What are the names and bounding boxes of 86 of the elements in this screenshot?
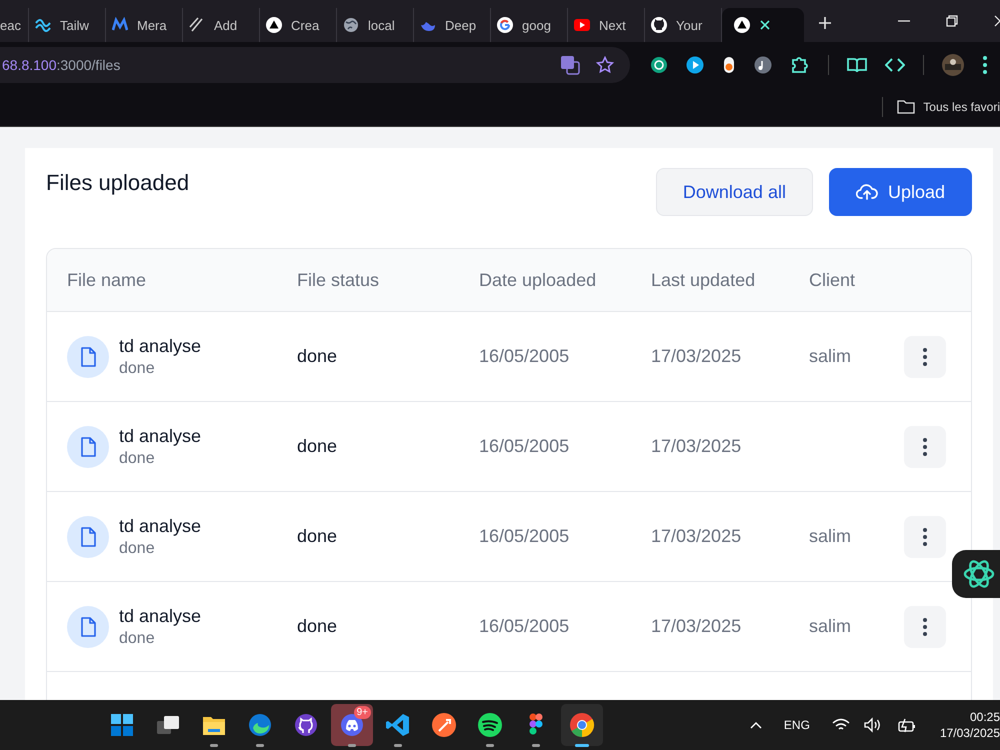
cat-icon	[651, 17, 667, 33]
table-cell-text: 16/05/2005	[479, 346, 570, 367]
close-icon[interactable]	[759, 19, 771, 31]
star-icon[interactable]	[596, 56, 614, 74]
wifi-icon[interactable]	[832, 718, 850, 732]
battery-icon[interactable]	[896, 717, 916, 733]
url-host: 68.8.100	[2, 57, 56, 73]
assistant-button[interactable]	[952, 550, 1000, 598]
translate-icon[interactable]	[560, 55, 580, 75]
table-cell-text: 16/05/2005	[479, 526, 570, 547]
restore-icon[interactable]	[946, 15, 958, 27]
column-header: File name	[67, 270, 148, 290]
globe-icon	[343, 17, 359, 33]
file-icon	[67, 516, 109, 558]
column-header: Date uploaded	[479, 270, 598, 290]
folder-icon	[897, 100, 916, 114]
notification-badge: 9+	[354, 706, 371, 719]
file-name: td analyse	[119, 336, 202, 356]
table-cell-text: 16/05/2005	[479, 616, 570, 637]
kebab-icon	[923, 438, 927, 456]
table-cell-text: done	[297, 526, 338, 547]
m-letter-icon	[112, 17, 128, 33]
table-cell-text: 17/03/2025	[651, 526, 742, 547]
table-cell-text: salim	[809, 526, 852, 547]
wave-circle-icon	[247, 712, 273, 738]
upload-button[interactable]: Upload	[828, 168, 972, 216]
file-icon	[67, 606, 109, 648]
taskbar-app[interactable]	[561, 704, 603, 746]
clock-date[interactable]: 17/03/2025	[940, 726, 1000, 740]
slashes-icon	[189, 17, 205, 33]
more-button[interactable]	[904, 426, 946, 468]
kebab-icon	[923, 618, 927, 636]
more-icon[interactable]	[982, 55, 988, 75]
clock-time[interactable]: 00:25	[970, 710, 1000, 724]
table-cell-text: 17/03/2025	[651, 346, 742, 367]
file-subtitle: done	[119, 360, 156, 378]
file-icon	[67, 426, 109, 468]
more-button[interactable]	[904, 606, 946, 648]
table-cell-text: salim	[809, 616, 852, 637]
puzzle-icon[interactable]	[790, 55, 810, 75]
file-name: td analyse	[119, 606, 202, 626]
table-cell-text: 17/03/2025	[651, 436, 742, 457]
file-name: td analyse	[119, 516, 202, 536]
chevron-up-icon[interactable]	[750, 721, 762, 729]
kebab-icon	[923, 348, 927, 366]
capsule-icon[interactable]	[722, 56, 736, 74]
book-icon[interactable]	[847, 56, 867, 74]
more-button[interactable]	[904, 336, 946, 378]
table-cell-text: done	[297, 436, 338, 457]
code-icon[interactable]	[885, 57, 905, 73]
code-editor-icon	[385, 712, 411, 738]
cat-icon	[293, 712, 319, 738]
download-button[interactable]: Download all	[656, 168, 813, 216]
page-title: Files uploaded	[46, 169, 190, 196]
column-header: Client	[809, 270, 856, 290]
browser-tab[interactable]	[722, 8, 804, 42]
file-subtitle: done	[119, 540, 156, 558]
table-cell-text: done	[297, 616, 338, 637]
table-cell-text: done	[297, 346, 338, 367]
table-cell-text: salim	[809, 346, 852, 367]
browser-circle-icon	[569, 712, 595, 738]
g-letter-icon	[497, 17, 513, 33]
waves-icon	[35, 17, 51, 33]
volume-icon[interactable]	[864, 717, 882, 733]
address-bar[interactable]: 68.8.100:3000/files	[0, 47, 630, 83]
column-header: File status	[297, 270, 380, 290]
column-header: Last updated	[651, 270, 756, 290]
table-cell-text: 17/03/2025	[651, 616, 742, 637]
url-path: :3000/files	[56, 57, 120, 73]
windows-logo-icon	[109, 712, 135, 738]
more-button[interactable]	[904, 516, 946, 558]
bookmarks-folder[interactable]: Tous les favori	[897, 100, 1000, 114]
table-cell-text: 16/05/2005	[479, 436, 570, 457]
file-name: td analyse	[119, 426, 202, 446]
kebab-icon	[923, 528, 927, 546]
language-indicator[interactable]: ENG	[784, 718, 810, 732]
sound-waves-icon	[477, 712, 503, 738]
file-subtitle: done	[119, 630, 156, 648]
avatar-icon[interactable]	[942, 54, 964, 76]
file-subtitle: done	[119, 450, 156, 468]
new-tab-icon[interactable]	[818, 16, 832, 30]
play-icon[interactable]	[686, 56, 704, 74]
cloud-upload-icon	[856, 183, 878, 201]
music-note-icon[interactable]	[754, 56, 772, 74]
play-icon	[574, 17, 590, 33]
file-icon	[67, 336, 109, 378]
